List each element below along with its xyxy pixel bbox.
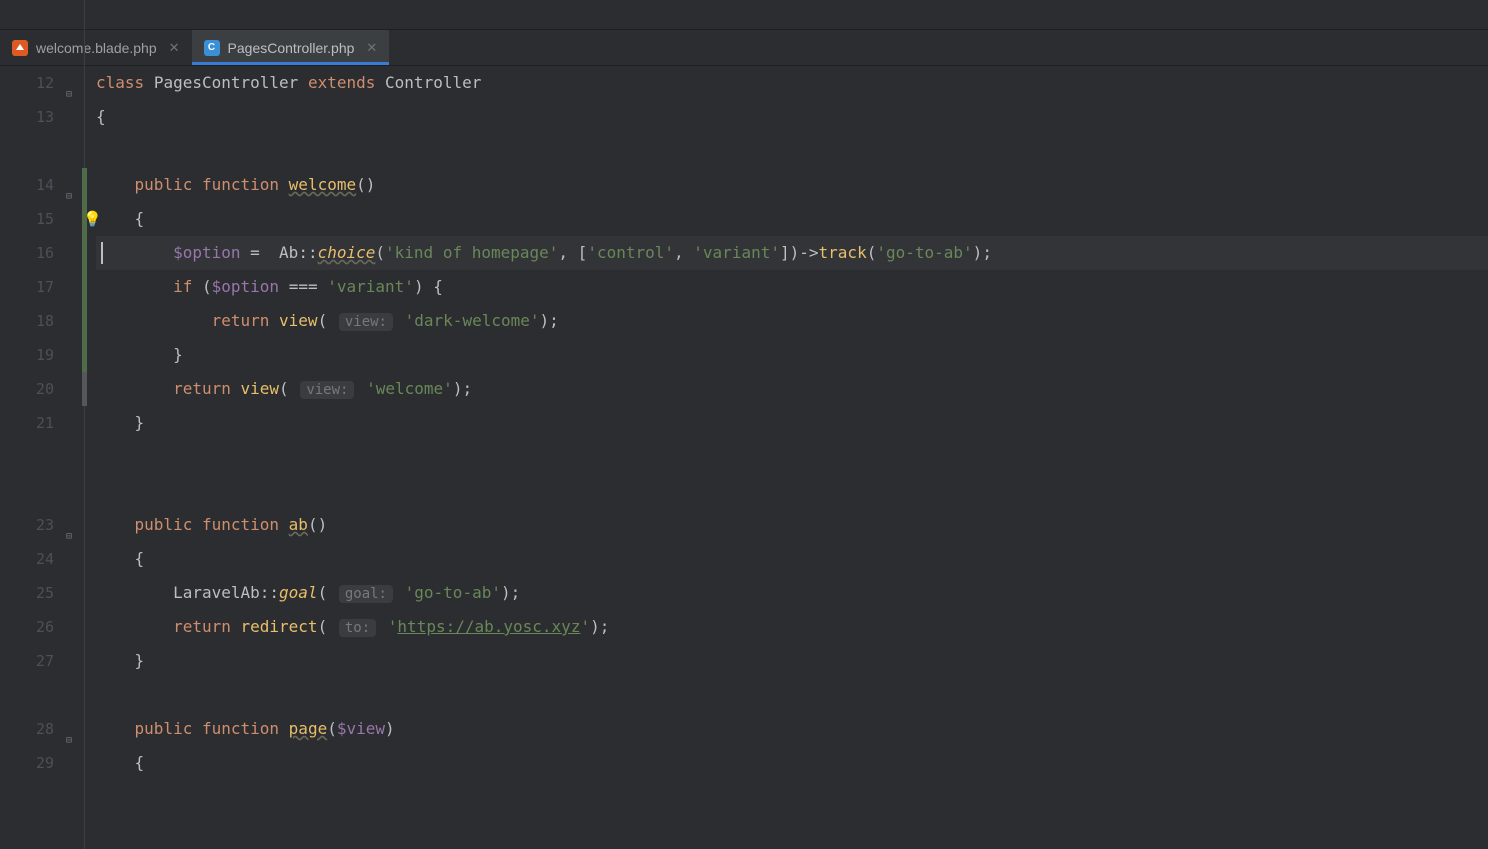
code-line[interactable]: {: [96, 100, 1488, 134]
code-line[interactable]: }: [96, 338, 1488, 372]
line-number: 24: [36, 550, 54, 568]
line-number: 21: [36, 414, 54, 432]
line-number: 15: [36, 210, 54, 228]
close-icon[interactable]: ✕: [169, 40, 180, 56]
vcs-modified-marker: [82, 338, 87, 372]
fold-toggle-icon[interactable]: ⊟: [62, 78, 72, 88]
inlay-hint: to:: [339, 619, 376, 637]
code-line[interactable]: [96, 440, 1488, 474]
code-editor[interactable]: 12⊟ 13 14⊟ 15💡 16 17 18 19 20 21 23⊟ 24 …: [0, 66, 1488, 849]
code-line[interactable]: return redirect( to: 'https://ab.yosc.xy…: [96, 610, 1488, 644]
code-area[interactable]: class PagesController extends Controller…: [76, 66, 1488, 849]
code-line[interactable]: }: [96, 406, 1488, 440]
vcs-modified-marker: [82, 372, 87, 406]
code-line[interactable]: public function page($view): [96, 712, 1488, 746]
code-line[interactable]: return view( view: 'dark-welcome');: [96, 304, 1488, 338]
inlay-hint: view:: [339, 313, 393, 331]
code-line-current[interactable]: $option = Ab::choice('kind of homepage',…: [96, 236, 1488, 270]
close-icon[interactable]: ✕: [366, 40, 377, 56]
tab-pages-controller[interactable]: C PagesController.php ✕: [192, 30, 390, 65]
tab-label: welcome.blade.php: [36, 40, 157, 56]
code-line[interactable]: }: [96, 644, 1488, 678]
code-line[interactable]: {: [96, 746, 1488, 780]
fold-toggle-icon[interactable]: ⊟: [62, 724, 72, 734]
line-number: 14: [36, 176, 54, 194]
line-number: 29: [36, 754, 54, 772]
url-link[interactable]: https://ab.yosc.xyz: [397, 617, 580, 636]
line-number: 16: [36, 244, 54, 262]
vcs-modified-marker: [82, 270, 87, 304]
code-line[interactable]: [96, 678, 1488, 712]
editor-tab-bar: welcome.blade.php ✕ C PagesController.ph…: [0, 30, 1488, 66]
code-line[interactable]: if ($option === 'variant') {: [96, 270, 1488, 304]
code-line[interactable]: {: [96, 542, 1488, 576]
code-line[interactable]: public function welcome(): [96, 168, 1488, 202]
line-number: 18: [36, 312, 54, 330]
line-number: 23: [36, 516, 54, 534]
php-file-icon: C: [204, 40, 220, 56]
line-number: 26: [36, 618, 54, 636]
vcs-modified-marker: [82, 168, 87, 202]
code-line[interactable]: return view( view: 'welcome');: [96, 372, 1488, 406]
vcs-modified-marker: [82, 304, 87, 338]
vcs-modified-marker: [82, 202, 87, 236]
fold-toggle-icon[interactable]: ⊟: [62, 180, 72, 190]
inlay-hint: goal:: [339, 585, 393, 603]
line-number: 25: [36, 584, 54, 602]
tab-label: PagesController.php: [228, 40, 355, 56]
line-number: 12: [36, 74, 54, 92]
code-line[interactable]: public function ab(): [96, 508, 1488, 542]
vcs-modified-marker: [82, 236, 87, 270]
line-number: 19: [36, 346, 54, 364]
line-number: 13: [36, 108, 54, 126]
code-line[interactable]: class PagesController extends Controller: [96, 66, 1488, 100]
window-titlebar: [0, 0, 1488, 30]
line-number: 17: [36, 278, 54, 296]
code-line[interactable]: [96, 134, 1488, 168]
fold-toggle-icon[interactable]: ⊟: [62, 520, 72, 530]
tab-welcome-blade[interactable]: welcome.blade.php ✕: [0, 30, 192, 65]
line-number: 27: [36, 652, 54, 670]
blade-file-icon: [12, 40, 28, 56]
code-line[interactable]: LaravelAb::goal( goal: 'go-to-ab');: [96, 576, 1488, 610]
line-number: 20: [36, 380, 54, 398]
text-cursor: [101, 242, 103, 264]
code-line[interactable]: {: [96, 202, 1488, 236]
line-number-gutter: 12⊟ 13 14⊟ 15💡 16 17 18 19 20 21 23⊟ 24 …: [0, 66, 76, 849]
code-line[interactable]: [96, 474, 1488, 508]
inlay-hint: view:: [300, 381, 354, 399]
line-number: 28: [36, 720, 54, 738]
